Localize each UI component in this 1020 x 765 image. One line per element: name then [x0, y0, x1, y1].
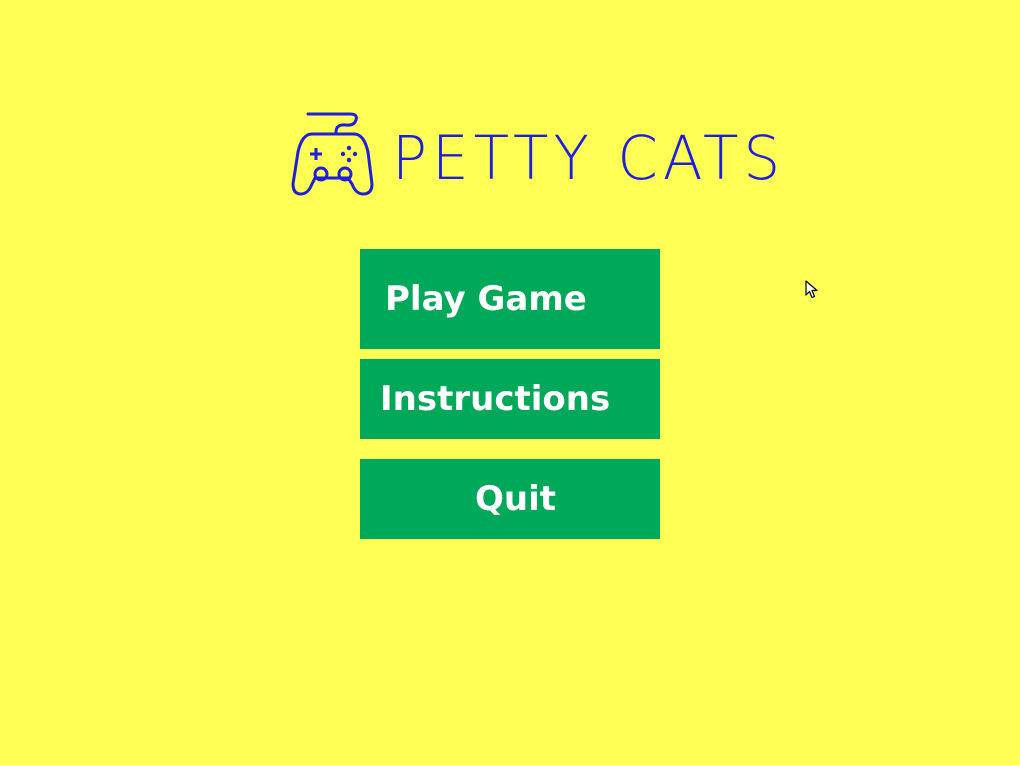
quit-button[interactable]: Quit	[360, 459, 660, 539]
play-game-label: Play Game	[385, 279, 587, 319]
instructions-label: Instructions	[380, 379, 611, 419]
mouse-pointer-icon	[805, 280, 818, 299]
gamepad-icon	[291, 112, 374, 196]
play-game-button[interactable]: Play Game	[360, 249, 660, 349]
quit-label: Quit	[475, 479, 557, 519]
game-title: PETTY CATS	[392, 122, 786, 194]
instructions-button[interactable]: Instructions	[360, 359, 660, 439]
game-logo: PETTY CATS	[290, 108, 780, 198]
